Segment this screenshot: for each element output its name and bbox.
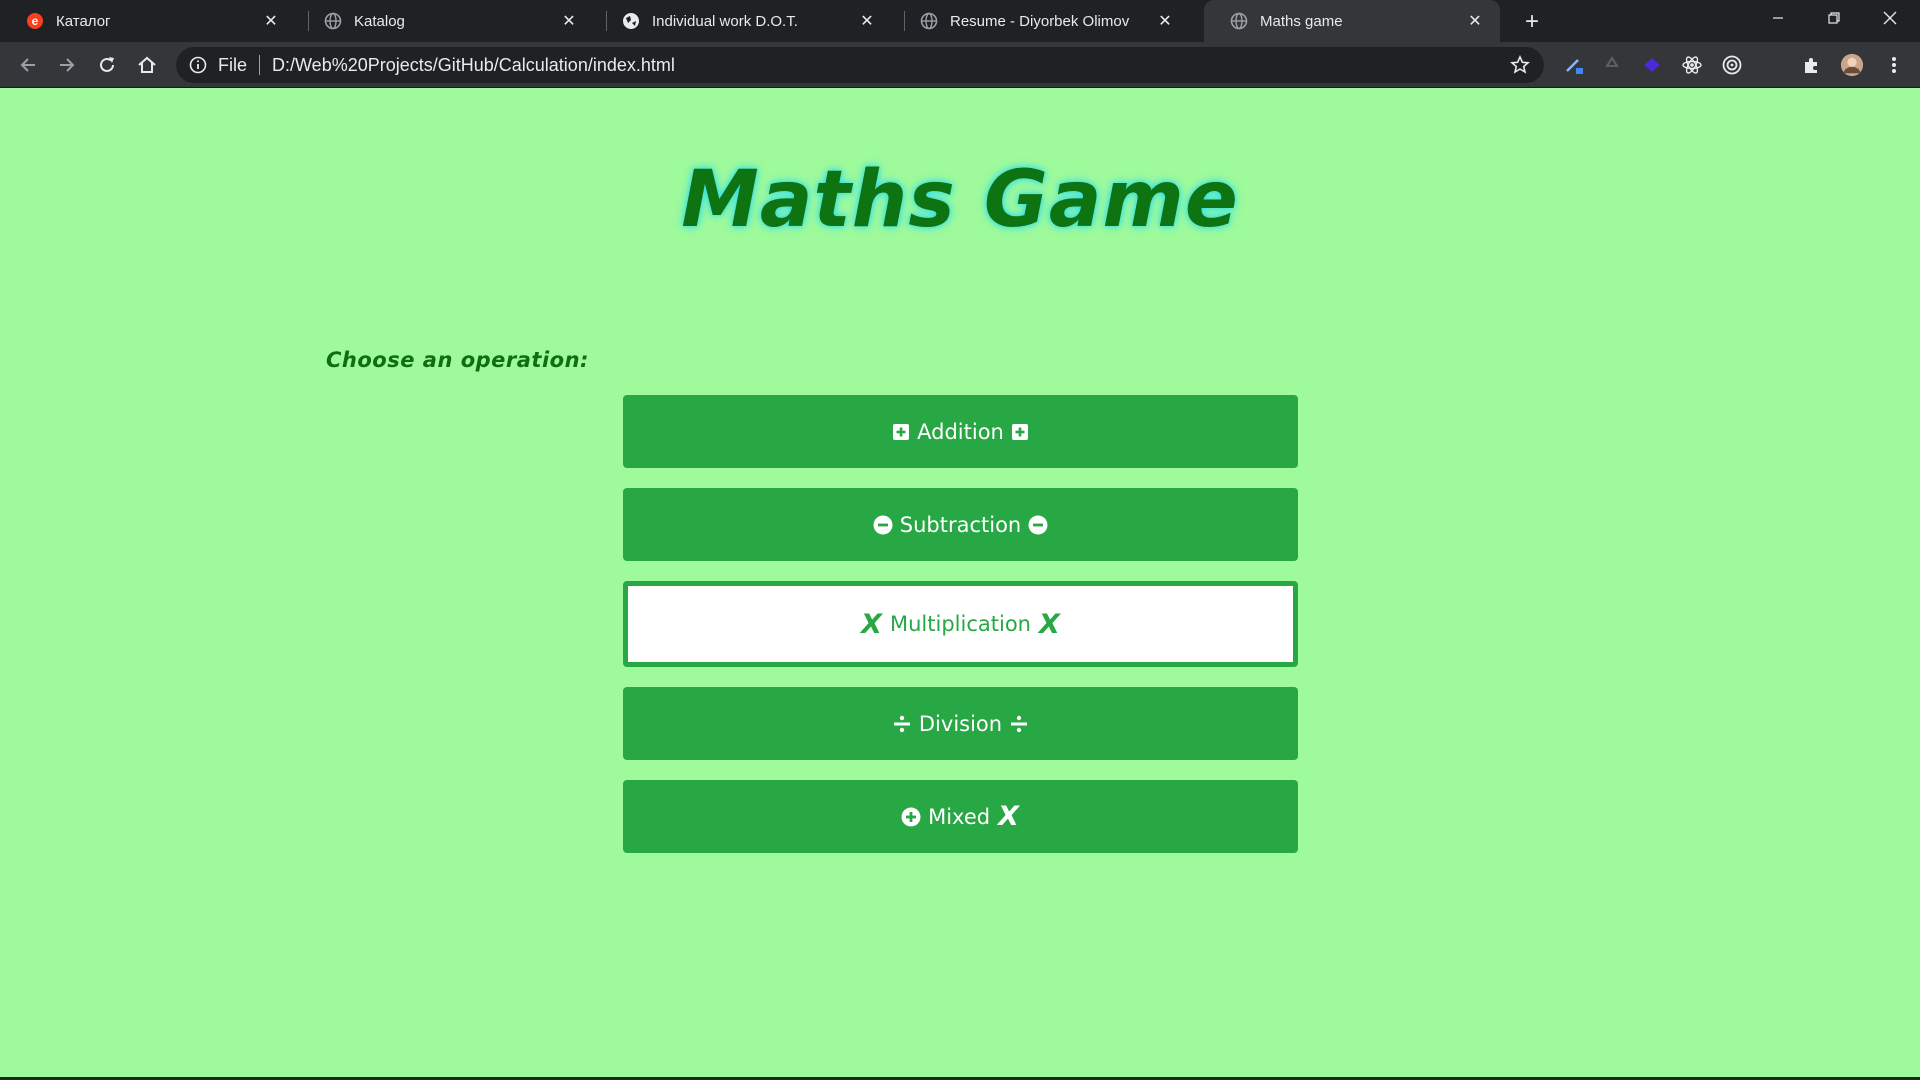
tab-maths-game[interactable]: Maths game ✕ <box>1204 0 1500 42</box>
mixed-label: Mixed <box>928 804 991 829</box>
minus-circle-icon <box>1028 515 1048 535</box>
browser-tab-strip: e Каталог ✕ Katalog ✕ Individual work D.… <box>0 0 1920 42</box>
new-tab-button[interactable]: + <box>1518 8 1546 36</box>
close-tab-icon[interactable]: ✕ <box>260 10 282 32</box>
globe-icon <box>1230 12 1248 30</box>
layers-extension-icon[interactable] <box>1640 53 1664 77</box>
recycle-extension-icon[interactable] <box>1600 53 1624 77</box>
globe-icon <box>324 12 342 30</box>
operation-prompt: Choose an operation: <box>326 348 589 372</box>
page-title: Maths Game <box>681 155 1239 245</box>
home-icon[interactable] <box>131 49 163 81</box>
multiplication-button[interactable]: X Multiplication X <box>623 581 1298 667</box>
addition-button[interactable]: Addition <box>623 395 1298 468</box>
profile-avatar-icon[interactable] <box>1840 53 1864 77</box>
address-divider <box>259 55 261 75</box>
target-extension-icon[interactable] <box>1720 53 1744 77</box>
subtraction-label: Subtraction <box>899 512 1022 537</box>
scheme-label: File <box>218 54 248 75</box>
back-arrow-icon[interactable] <box>12 49 44 81</box>
tab-resume[interactable]: Resume - Diyorbek Olimov ✕ <box>894 0 1190 42</box>
puzzle-extensions-icon[interactable] <box>1800 53 1824 77</box>
pen-extension-icon[interactable] <box>1562 53 1586 77</box>
plus-square-icon <box>892 423 910 441</box>
forward-arrow-icon[interactable] <box>51 49 83 81</box>
tab-individual-work[interactable]: Individual work D.O.T. ✕ <box>596 0 892 42</box>
tab-katalog[interactable]: Katalog ✕ <box>298 0 594 42</box>
address-bar[interactable]: File D:/Web%20Projects/GitHub/Calculatio… <box>176 47 1544 83</box>
close-window-icon[interactable] <box>1862 0 1918 36</box>
x-letter-icon: X <box>861 608 882 640</box>
globe-icon <box>622 12 640 30</box>
browser-toolbar: File D:/Web%20Projects/GitHub/Calculatio… <box>0 42 1920 88</box>
tab-title: Individual work D.O.T. <box>652 12 798 30</box>
url-text[interactable]: D:/Web%20Projects/GitHub/Calculation/ind… <box>272 55 1508 76</box>
yandex-e-icon: e <box>26 12 44 30</box>
plus-square-icon <box>1011 423 1029 441</box>
close-tab-icon[interactable]: ✕ <box>558 10 580 32</box>
svg-text:e: e <box>32 14 39 28</box>
x-letter-icon: X <box>1038 608 1060 640</box>
plus-circle-icon <box>901 807 921 827</box>
tab-title: Maths game <box>1260 12 1343 30</box>
restore-icon[interactable] <box>1806 0 1862 36</box>
divide-icon <box>892 714 912 734</box>
x-letter-icon: X <box>998 801 1019 832</box>
division-label: Division <box>918 711 1003 736</box>
minimize-icon[interactable] <box>1750 0 1806 36</box>
tab-title: Resume - Diyorbek Olimov <box>950 12 1130 30</box>
mixed-button[interactable]: Mixed X <box>623 780 1298 853</box>
close-tab-icon[interactable]: ✕ <box>856 10 878 32</box>
tab-title: Каталог <box>56 12 111 30</box>
close-tab-icon[interactable]: ✕ <box>1154 10 1176 32</box>
minus-circle-icon <box>873 515 893 535</box>
reload-icon[interactable] <box>91 49 123 81</box>
tab-title: Katalog <box>354 12 405 30</box>
react-devtools-icon[interactable] <box>1680 53 1704 77</box>
addition-label: Addition <box>917 419 1004 444</box>
page-content: Maths Game Choose an operation: Addition… <box>0 89 1920 1080</box>
globe-icon <box>920 12 938 30</box>
subtraction-button[interactable]: Subtraction <box>623 488 1298 561</box>
menu-kebab-icon[interactable] <box>1882 53 1906 77</box>
divide-icon <box>1009 714 1029 734</box>
info-icon[interactable] <box>188 55 208 75</box>
division-button[interactable]: Division <box>623 687 1298 760</box>
bookmark-star-icon[interactable] <box>1508 53 1532 77</box>
tab-katalog-cyrillic[interactable]: e Каталог ✕ <box>0 0 296 42</box>
multiplication-label: Multiplication <box>890 612 1031 636</box>
close-tab-icon[interactable]: ✕ <box>1464 10 1486 32</box>
